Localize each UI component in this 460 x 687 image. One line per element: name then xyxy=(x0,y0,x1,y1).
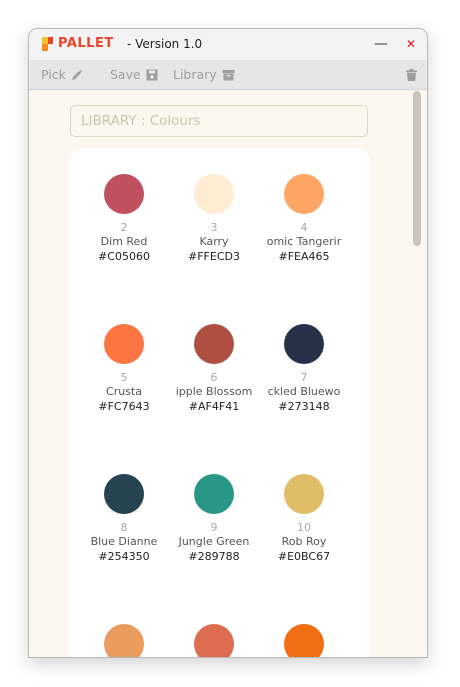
swatch-number: 10 xyxy=(297,521,311,534)
color-swatch[interactable] xyxy=(104,624,144,657)
swatch-card[interactable] xyxy=(169,624,259,657)
swatch-card[interactable]: 5 Crusta #FC7643 xyxy=(79,324,169,414)
color-swatch[interactable] xyxy=(104,474,144,514)
swatch-hex: #FEA465 xyxy=(278,250,330,263)
swatch-number: 3 xyxy=(210,221,218,234)
pallet-logo-icon xyxy=(42,37,53,51)
app-window: PALLET - Version 1.0 — ✕ Pick Save Libra… xyxy=(28,28,428,658)
swatch-card[interactable]: 4 omic Tangerir #FEA465 xyxy=(259,174,349,264)
swatch-name: Blue Dianne xyxy=(90,535,158,548)
delete-button[interactable] xyxy=(401,67,417,82)
window-title: - Version 1.0 xyxy=(127,37,203,51)
color-swatch[interactable] xyxy=(104,324,144,364)
swatch-name: Rob Roy xyxy=(281,535,327,548)
swatch-card[interactable]: 10 Rob Roy #E0BC67 xyxy=(259,474,349,564)
color-swatch[interactable] xyxy=(194,474,234,514)
library-search-input[interactable] xyxy=(70,105,368,137)
swatch-name: ckled Bluewo xyxy=(267,385,341,398)
save-label: Save xyxy=(110,67,141,82)
swatch-name: ipple Blossom xyxy=(175,385,253,398)
swatch-card[interactable]: 2 Dim Red #C05060 xyxy=(79,174,169,264)
swatch-number: 9 xyxy=(210,521,218,534)
swatch-card[interactable]: 8 Blue Dianne #254350 xyxy=(79,474,169,564)
color-swatch[interactable] xyxy=(284,474,324,514)
swatch-number: 7 xyxy=(300,371,308,384)
swatch-name: Karry xyxy=(199,235,229,248)
swatch-card[interactable] xyxy=(259,624,349,657)
swatch-card[interactable]: 7 ckled Bluewo #273148 xyxy=(259,324,349,414)
swatch-card[interactable]: 3 Karry #FFECD3 xyxy=(169,174,259,264)
swatch-hex: #E0BC67 xyxy=(277,550,331,563)
swatch-hex: #FC7643 xyxy=(98,400,150,413)
swatch-card[interactable]: 6 ipple Blossom #AF4F41 xyxy=(169,324,259,414)
pencil-icon xyxy=(71,69,83,80)
minimize-button[interactable]: — xyxy=(369,34,393,54)
swatch-number: 2 xyxy=(120,221,128,234)
save-button[interactable]: Save xyxy=(110,67,158,82)
swatch-card[interactable] xyxy=(79,624,169,657)
swatch-number: 8 xyxy=(120,521,128,534)
color-swatch[interactable] xyxy=(284,624,324,657)
swatch-hex: #AF4F41 xyxy=(188,400,240,413)
swatch-grid: 2 Dim Red #C05060 3 Karry #FFECD3 4 omic… xyxy=(69,148,370,657)
title-bar: PALLET - Version 1.0 — ✕ xyxy=(29,29,427,60)
swatch-name: omic Tangerir xyxy=(266,235,342,248)
swatch-number: 6 xyxy=(210,371,218,384)
archive-box-icon xyxy=(222,70,235,81)
pick-button[interactable]: Pick xyxy=(41,67,83,82)
color-swatch[interactable] xyxy=(194,324,234,364)
toolbar: Pick Save Library xyxy=(29,60,427,90)
floppy-disk-icon xyxy=(146,69,158,81)
swatch-hex: #254350 xyxy=(98,550,150,563)
swatch-hex: #C05060 xyxy=(98,250,150,263)
color-swatch[interactable] xyxy=(104,174,144,214)
minimize-icon: — xyxy=(374,36,388,52)
library-button[interactable]: Library xyxy=(173,67,235,82)
library-label: Library xyxy=(173,67,217,82)
close-button[interactable]: ✕ xyxy=(399,34,423,54)
swatch-hex: #FFECD3 xyxy=(188,250,240,263)
color-swatch[interactable] xyxy=(284,174,324,214)
swatch-number: 5 xyxy=(120,371,128,384)
swatch-name: Crusta xyxy=(106,385,142,398)
color-swatch[interactable] xyxy=(194,174,234,214)
color-swatch[interactable] xyxy=(284,324,324,364)
swatch-number: 4 xyxy=(300,221,308,234)
pick-label: Pick xyxy=(41,67,66,82)
scrollbar-thumb[interactable] xyxy=(413,91,421,246)
swatch-card[interactable]: 9 Jungle Green #289788 xyxy=(169,474,259,564)
color-swatch[interactable] xyxy=(194,624,234,657)
close-icon: ✕ xyxy=(405,37,417,51)
swatch-hex: #289788 xyxy=(188,550,240,563)
swatch-name: Jungle Green xyxy=(178,535,250,548)
swatch-hex: #273148 xyxy=(278,400,330,413)
swatch-name: Dim Red xyxy=(100,235,148,248)
app-name: PALLET xyxy=(58,36,114,51)
trash-icon xyxy=(406,69,417,81)
